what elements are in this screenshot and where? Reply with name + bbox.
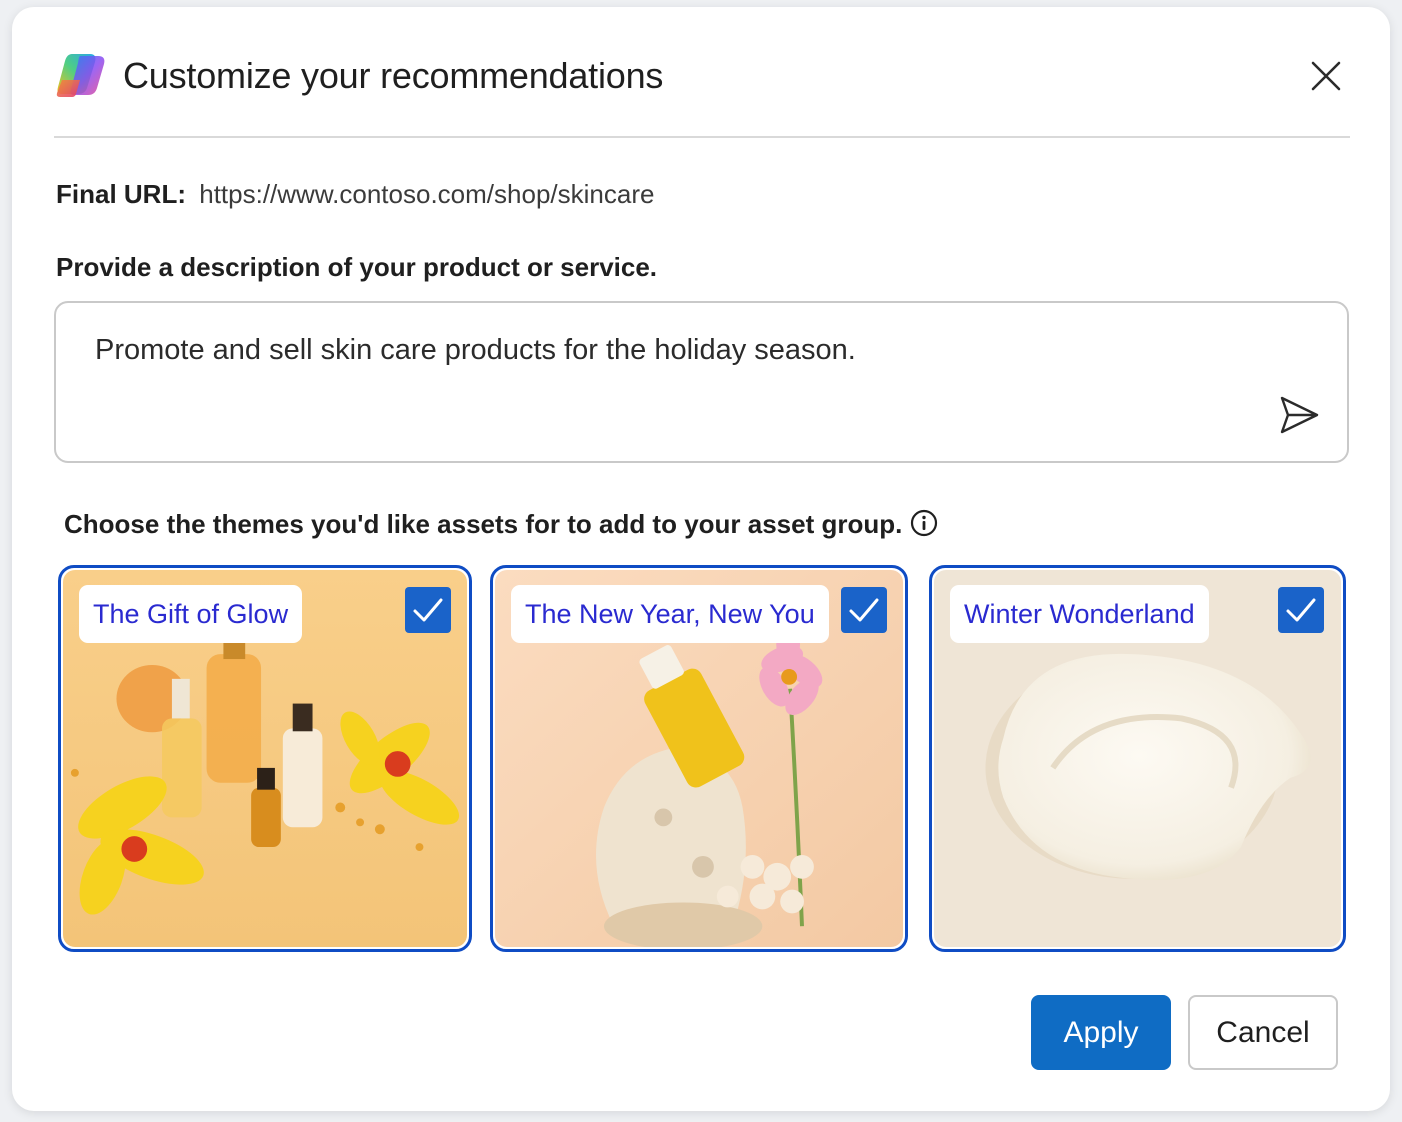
send-button[interactable]	[1274, 393, 1324, 437]
theme-checkbox[interactable]	[841, 587, 887, 633]
customize-recommendations-dialog: Customize your recommendations Final URL…	[12, 7, 1390, 1111]
close-button[interactable]	[1304, 54, 1348, 98]
theme-card-winter-wonderland[interactable]: Winter Wonderland	[929, 565, 1346, 952]
header-divider	[54, 136, 1350, 138]
dialog-title: Customize your recommendations	[123, 55, 664, 96]
checkmark-icon	[1286, 598, 1316, 622]
theme-label: The New Year, New You	[511, 585, 829, 643]
description-text: Promote and sell skin care products for …	[95, 334, 856, 366]
cancel-button[interactable]: Cancel	[1188, 995, 1338, 1070]
checkmark-icon	[849, 598, 879, 622]
theme-card-new-year-new-you[interactable]: The New Year, New You	[490, 565, 908, 952]
send-icon	[1280, 396, 1319, 434]
theme-card-gift-of-glow[interactable]: The Gift of Glow	[58, 565, 472, 952]
info-icon[interactable]	[910, 509, 938, 537]
final-url-row: Final URL: https://www.contoso.com/shop/…	[56, 179, 654, 210]
themes-label: Choose the themes you'd like assets for …	[64, 509, 903, 539]
theme-label: Winter Wonderland	[950, 585, 1209, 643]
theme-checkbox[interactable]	[405, 587, 451, 633]
theme-label: The Gift of Glow	[79, 585, 303, 643]
final-url-value: https://www.contoso.com/shop/skincare	[199, 179, 655, 209]
description-input[interactable]: Promote and sell skin care products for …	[54, 301, 1349, 463]
copilot-logo-icon	[56, 54, 105, 97]
description-label: Provide a description of your product or…	[56, 252, 658, 282]
theme-checkbox[interactable]	[1278, 587, 1324, 633]
apply-button[interactable]: Apply	[1031, 995, 1171, 1070]
checkmark-icon	[413, 598, 443, 622]
close-icon	[1311, 61, 1341, 91]
final-url-label: Final URL:	[56, 179, 186, 209]
